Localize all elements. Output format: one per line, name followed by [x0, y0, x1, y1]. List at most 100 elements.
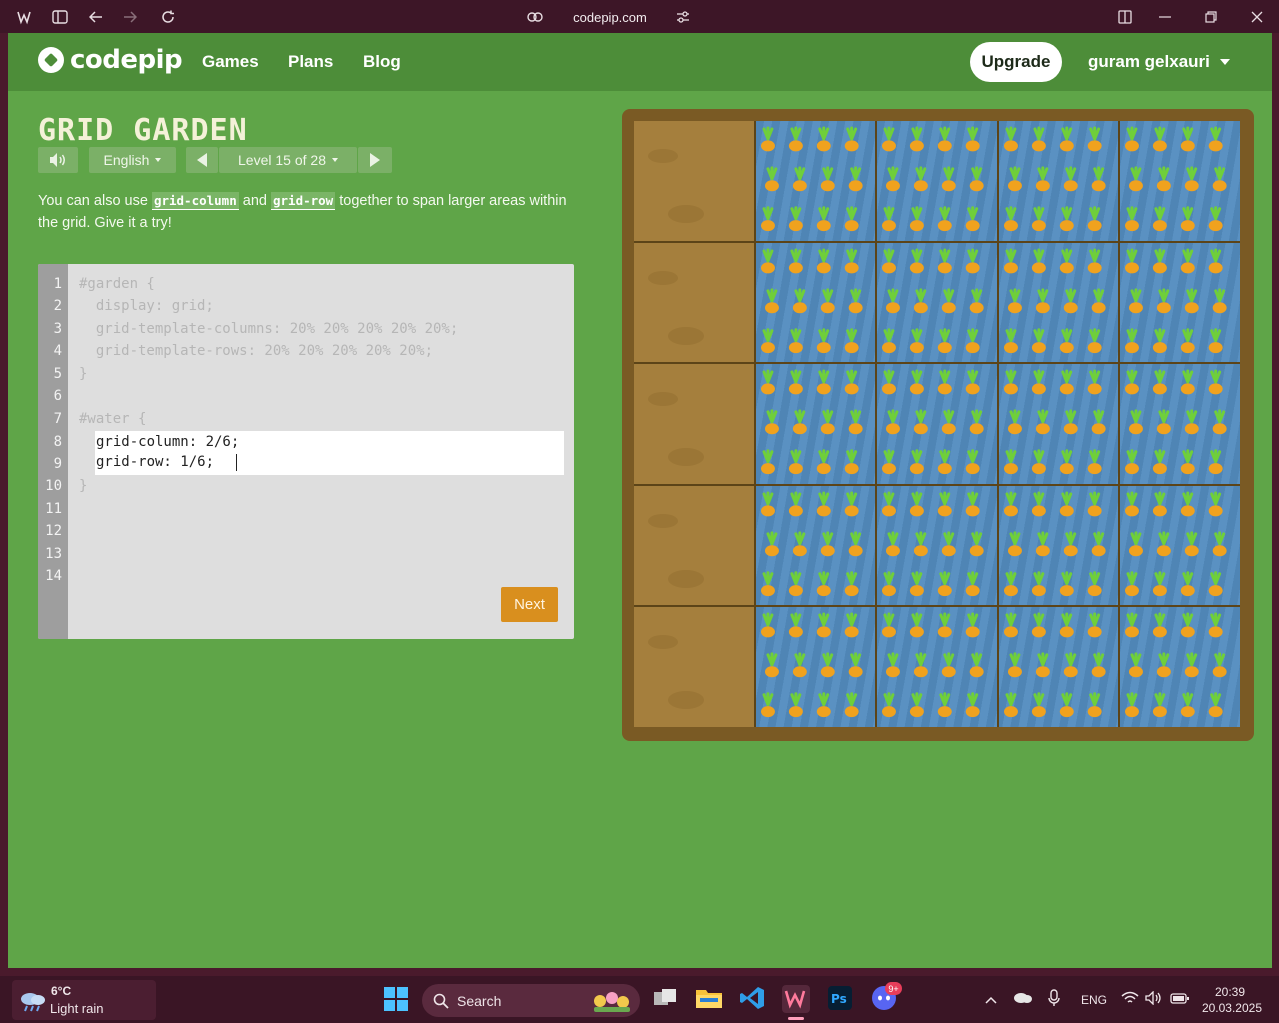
user-menu[interactable]: guram gelxauri — [1088, 52, 1230, 72]
split-view-icon[interactable] — [1114, 6, 1136, 28]
carrot — [937, 505, 952, 517]
upgrade-button[interactable]: Upgrade — [970, 42, 1062, 82]
carrot-leaves — [789, 491, 801, 506]
carrot-leaves — [849, 531, 861, 546]
carrot-leaves — [1005, 327, 1017, 342]
battery-icon[interactable] — [1170, 992, 1190, 1007]
carrot-leaves — [1061, 369, 1073, 384]
carrot-leaves — [817, 692, 829, 707]
carrot-leaves — [1088, 449, 1100, 464]
carrot-leaves — [1210, 491, 1222, 506]
system-clock[interactable]: 20:39 20.03.2025 — [1202, 984, 1262, 1016]
carrot — [1209, 505, 1224, 517]
carrot — [910, 584, 925, 596]
next-button[interactable]: Next — [501, 587, 558, 622]
carrot-leaves — [1154, 248, 1166, 263]
level-select[interactable]: Level 15 of 28 — [219, 147, 357, 173]
forward-icon[interactable] — [119, 6, 141, 28]
carrot — [1063, 423, 1078, 435]
photoshop-icon[interactable]: Ps — [827, 985, 855, 1013]
carrot-leaves — [967, 612, 979, 627]
carrot-leaves — [1186, 166, 1198, 181]
carrot-leaves — [1033, 369, 1045, 384]
previous-level-button[interactable] — [186, 147, 218, 173]
carrot — [1125, 262, 1140, 273]
css-code-input[interactable]: grid-column: 2/6; grid-row: 1/6; — [95, 431, 564, 475]
carrot — [1031, 220, 1046, 232]
carrot-leaves — [1061, 491, 1073, 506]
browser-logo-icon[interactable] — [13, 6, 35, 28]
carrot-leaves — [943, 531, 955, 546]
restore-icon[interactable] — [1200, 6, 1222, 28]
carrot-leaves — [845, 491, 857, 506]
language-select[interactable]: English — [89, 147, 176, 173]
carrot-leaves — [887, 409, 899, 424]
onedrive-icon[interactable] — [1013, 991, 1033, 1006]
carrot — [1213, 423, 1228, 435]
carrot-leaves — [1154, 369, 1166, 384]
carrot — [1059, 626, 1074, 638]
discord-icon[interactable]: 9+ — [870, 982, 902, 1013]
dirt-cell — [634, 242, 754, 363]
user-name: guram gelxauri — [1088, 52, 1210, 71]
carrot-field — [1003, 126, 1106, 232]
carrot — [1087, 383, 1102, 395]
browser-taskbar-icon[interactable] — [782, 985, 810, 1020]
carrot — [1181, 706, 1196, 718]
nav-link-blog[interactable]: Blog — [363, 52, 401, 72]
carrot — [965, 626, 980, 638]
code-grid-column[interactable]: grid-column — [151, 192, 239, 210]
carrot-leaves — [1088, 327, 1100, 342]
wifi-icon[interactable] — [1121, 991, 1139, 1008]
task-view-icon[interactable] — [652, 985, 680, 1013]
carrot — [760, 220, 775, 232]
file-explorer-icon[interactable] — [695, 985, 723, 1013]
carrot — [1181, 584, 1196, 596]
line-number: 2 — [53, 298, 62, 314]
carrot-leaves — [1182, 491, 1194, 506]
carrot-leaves — [1210, 612, 1222, 627]
reload-icon[interactable] — [157, 6, 179, 28]
carrot-leaves — [1158, 531, 1170, 546]
carrot-leaves — [911, 612, 923, 627]
carrot-leaves — [1126, 571, 1138, 585]
carrot-leaves — [883, 248, 895, 263]
windows-start-icon[interactable] — [383, 986, 411, 1014]
codepip-logo[interactable]: codepip — [38, 45, 183, 75]
carrot-leaves — [1214, 531, 1226, 546]
taskbar-search[interactable]: Search — [422, 984, 640, 1017]
carrot — [1003, 220, 1018, 232]
carrot — [1129, 180, 1144, 192]
carrot-field — [1125, 248, 1228, 353]
sidebar-toggle-icon[interactable] — [49, 6, 71, 28]
carrot — [1125, 505, 1140, 517]
carrot-leaves — [1009, 652, 1021, 667]
vscode-icon[interactable] — [739, 985, 767, 1013]
code-grid-row[interactable]: grid-row — [271, 192, 336, 210]
site-settings-icon[interactable] — [672, 6, 694, 28]
chevron-up-icon[interactable] — [985, 992, 997, 1007]
nav-link-plans[interactable]: Plans — [288, 52, 333, 72]
volume-icon[interactable] — [1145, 990, 1163, 1008]
carrot-leaves — [883, 612, 895, 627]
nav-link-games[interactable]: Games — [202, 52, 259, 72]
water-carrot-cell — [1120, 364, 1240, 484]
clock-date: 20.03.2025 — [1201, 1001, 1262, 1015]
input-language[interactable]: ENG — [1081, 993, 1107, 1007]
carrot-leaves — [1088, 491, 1100, 506]
microphone-icon[interactable] — [1048, 989, 1060, 1010]
water-carrot-cell — [877, 485, 997, 606]
carrot — [1031, 463, 1046, 475]
back-icon[interactable] — [85, 6, 107, 28]
weather-widget[interactable]: 6°C Light rain — [12, 980, 156, 1020]
carrot-leaves — [1182, 327, 1194, 342]
sound-toggle-button[interactable] — [38, 147, 78, 173]
next-level-button[interactable] — [358, 147, 392, 173]
close-icon[interactable] — [1246, 6, 1268, 28]
carrot-leaves — [849, 409, 861, 424]
carrot-leaves — [1182, 206, 1194, 221]
carrot-leaves — [1005, 369, 1017, 384]
carrot — [1181, 505, 1196, 517]
minimize-icon[interactable] — [1154, 6, 1176, 28]
carrot-leaves — [1158, 652, 1170, 667]
